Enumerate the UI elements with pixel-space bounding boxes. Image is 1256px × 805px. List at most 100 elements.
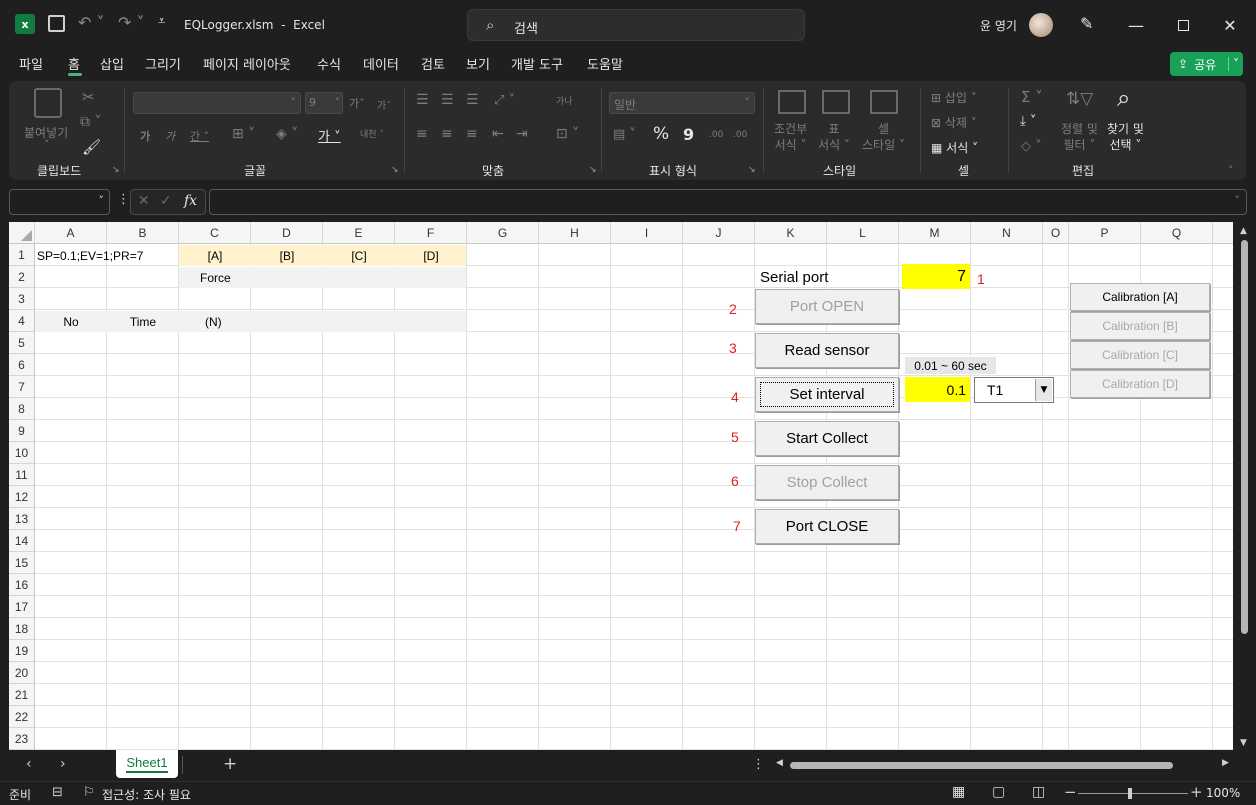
find-select-label[interactable]: 찾기 및 선택 ˅	[1107, 121, 1144, 153]
tab-split-icon[interactable]: ⋮	[752, 757, 765, 772]
column-header[interactable]: C	[179, 222, 251, 244]
horizontal-scroll-thumb[interactable]	[790, 762, 1173, 769]
normal-view-icon[interactable]: ▦	[952, 784, 965, 800]
cell-d1[interactable]: [B]	[251, 245, 323, 266]
number-launcher-icon[interactable]: ↘	[748, 165, 756, 175]
row-header[interactable]: 2	[9, 266, 35, 288]
zoom-in-icon[interactable]: +	[1190, 783, 1203, 801]
share-dropdown-icon[interactable]: ˅	[1228, 57, 1239, 71]
increase-decimal-icon[interactable]: .00	[709, 130, 723, 140]
more-options-icon[interactable]: ⋮	[117, 192, 130, 207]
interval-input[interactable]: 0.1	[905, 377, 970, 402]
column-header[interactable]: A	[35, 222, 107, 244]
macro-record-icon[interactable]: ⊟	[52, 785, 63, 800]
align-right-icon[interactable]: ≡	[466, 126, 478, 142]
decrease-indent-icon[interactable]: ⇤	[492, 126, 504, 142]
name-box[interactable]: ˅	[9, 189, 110, 215]
tab-draw[interactable]: 그리기	[145, 54, 181, 74]
column-header[interactable]: P	[1069, 222, 1141, 244]
page-break-view-icon[interactable]: ◫	[1032, 784, 1045, 800]
row-header[interactable]: 3	[9, 288, 35, 310]
borders-icon[interactable]: ⊞ ˅	[232, 126, 255, 142]
set-interval-button[interactable]: Set interval	[755, 377, 899, 412]
zoom-out-icon[interactable]: −	[1064, 783, 1077, 801]
tab-view[interactable]: 보기	[466, 54, 490, 74]
bold-icon[interactable]: 가	[140, 128, 150, 144]
enter-icon[interactable]: ✓	[160, 193, 172, 209]
cell-c1[interactable]: [A]	[179, 245, 251, 266]
redo-icon[interactable]: ↷ ˅	[118, 13, 145, 32]
next-sheet-icon[interactable]: ›	[60, 756, 66, 772]
tab-developer[interactable]: 개발 도구	[511, 54, 563, 74]
accessibility-icon[interactable]: ⚐	[83, 785, 95, 800]
insert-function-icon[interactable]: fx	[184, 193, 197, 209]
font-size-dropdown[interactable]: 9 ˅	[305, 92, 343, 114]
pen-icon[interactable]: ✎	[1080, 14, 1093, 33]
cut-icon[interactable]: ✂	[82, 88, 95, 106]
row-header[interactable]: 1	[9, 244, 35, 266]
worksheet-grid[interactable]: ABCDEFGHIJKLMNOPQ 1 2 3 4 5 6 7 8 9 10 11 12 13 14 15 1…	[9, 222, 1233, 750]
row-header[interactable]: 11	[9, 464, 35, 486]
cell-c2[interactable]: Force	[200, 267, 231, 288]
read-sensor-button[interactable]: Read sensor	[755, 333, 899, 368]
port-open-button[interactable]: Port OPEN	[755, 289, 899, 324]
add-sheet-icon[interactable]: +	[223, 754, 237, 774]
column-header[interactable]: D	[251, 222, 323, 244]
shrink-font-icon[interactable]: 가ˇ	[377, 97, 391, 112]
save-icon[interactable]	[48, 15, 65, 32]
calibration-b-button[interactable]: Calibration [B]	[1070, 312, 1210, 340]
tab-page-layout[interactable]: 페이지 레이아웃	[203, 54, 291, 74]
clear-icon[interactable]: ◇ ˅	[1021, 139, 1042, 154]
align-left-icon[interactable]: ≡	[416, 126, 428, 142]
search-box[interactable]: ⌕ 검색	[467, 9, 805, 41]
user-name[interactable]: 윤 영기	[980, 17, 1017, 34]
format-as-table-icon[interactable]	[822, 90, 850, 114]
chevron-down-icon[interactable]: ▼	[1035, 379, 1052, 401]
align-middle-icon[interactable]: ☰	[441, 92, 454, 108]
percent-icon[interactable]: %	[653, 124, 669, 144]
horizontal-scrollbar[interactable]: ◀ ▶	[772, 757, 1235, 774]
cancel-icon[interactable]: ✕	[138, 193, 150, 209]
expand-formula-icon[interactable]: ˅	[1235, 194, 1241, 207]
cell-a1[interactable]: SP=0.1;EV=1;PR=7	[37, 245, 143, 266]
row-header[interactable]: 6	[9, 354, 35, 376]
column-header[interactable]: M	[899, 222, 971, 244]
start-collect-button[interactable]: Start Collect	[755, 421, 899, 456]
tab-help[interactable]: 도움말	[587, 54, 623, 74]
row-header[interactable]: 14	[9, 530, 35, 552]
delete-cells-button[interactable]: ⊠ 삭제 ˅	[931, 114, 977, 131]
customize-toolbar-icon[interactable]: ⩡	[158, 14, 165, 29]
row-header[interactable]: 10	[9, 442, 35, 464]
row-header[interactable]: 19	[9, 640, 35, 662]
column-header[interactable]: O	[1043, 222, 1069, 244]
scroll-down-icon[interactable]: ▼	[1240, 738, 1247, 748]
row-header[interactable]: 18	[9, 618, 35, 640]
vertical-scrollbar[interactable]: ▲ ▼	[1235, 222, 1256, 750]
insert-cells-button[interactable]: ⊞ 삽입 ˅	[931, 89, 977, 106]
decrease-decimal-icon[interactable]: .00	[733, 130, 747, 140]
cell-f1[interactable]: [D]	[395, 245, 467, 266]
format-cells-button[interactable]: ▦ 서식 ˅	[931, 139, 978, 156]
row-header[interactable]: 23	[9, 728, 35, 750]
accounting-icon[interactable]: ▤ ˅	[613, 127, 636, 142]
calibration-d-button[interactable]: Calibration [D]	[1070, 370, 1210, 398]
sheet-tab-sheet1[interactable]: Sheet1	[116, 750, 178, 778]
column-header[interactable]: J	[683, 222, 755, 244]
row-header[interactable]: 20	[9, 662, 35, 684]
cell-a4[interactable]: No	[35, 311, 107, 332]
row-header[interactable]: 17	[9, 596, 35, 618]
select-all-corner[interactable]	[9, 222, 35, 244]
phonetic-icon[interactable]: 내천 ˅	[360, 127, 384, 140]
row-header[interactable]: 16	[9, 574, 35, 596]
page-layout-view-icon[interactable]: ▢	[992, 784, 1005, 800]
font-launcher-icon[interactable]: ↘	[391, 165, 399, 175]
undo-icon[interactable]: ↶ ˅	[78, 13, 105, 32]
tab-home[interactable]: 홈	[68, 54, 80, 74]
vertical-scroll-thumb[interactable]	[1241, 240, 1248, 634]
column-header[interactable]: K	[755, 222, 827, 244]
tab-file[interactable]: 파일	[19, 54, 43, 74]
tab-insert[interactable]: 삽입	[100, 54, 124, 74]
row-header[interactable]: 21	[9, 684, 35, 706]
row-header[interactable]: 15	[9, 552, 35, 574]
row-header[interactable]: 12	[9, 486, 35, 508]
